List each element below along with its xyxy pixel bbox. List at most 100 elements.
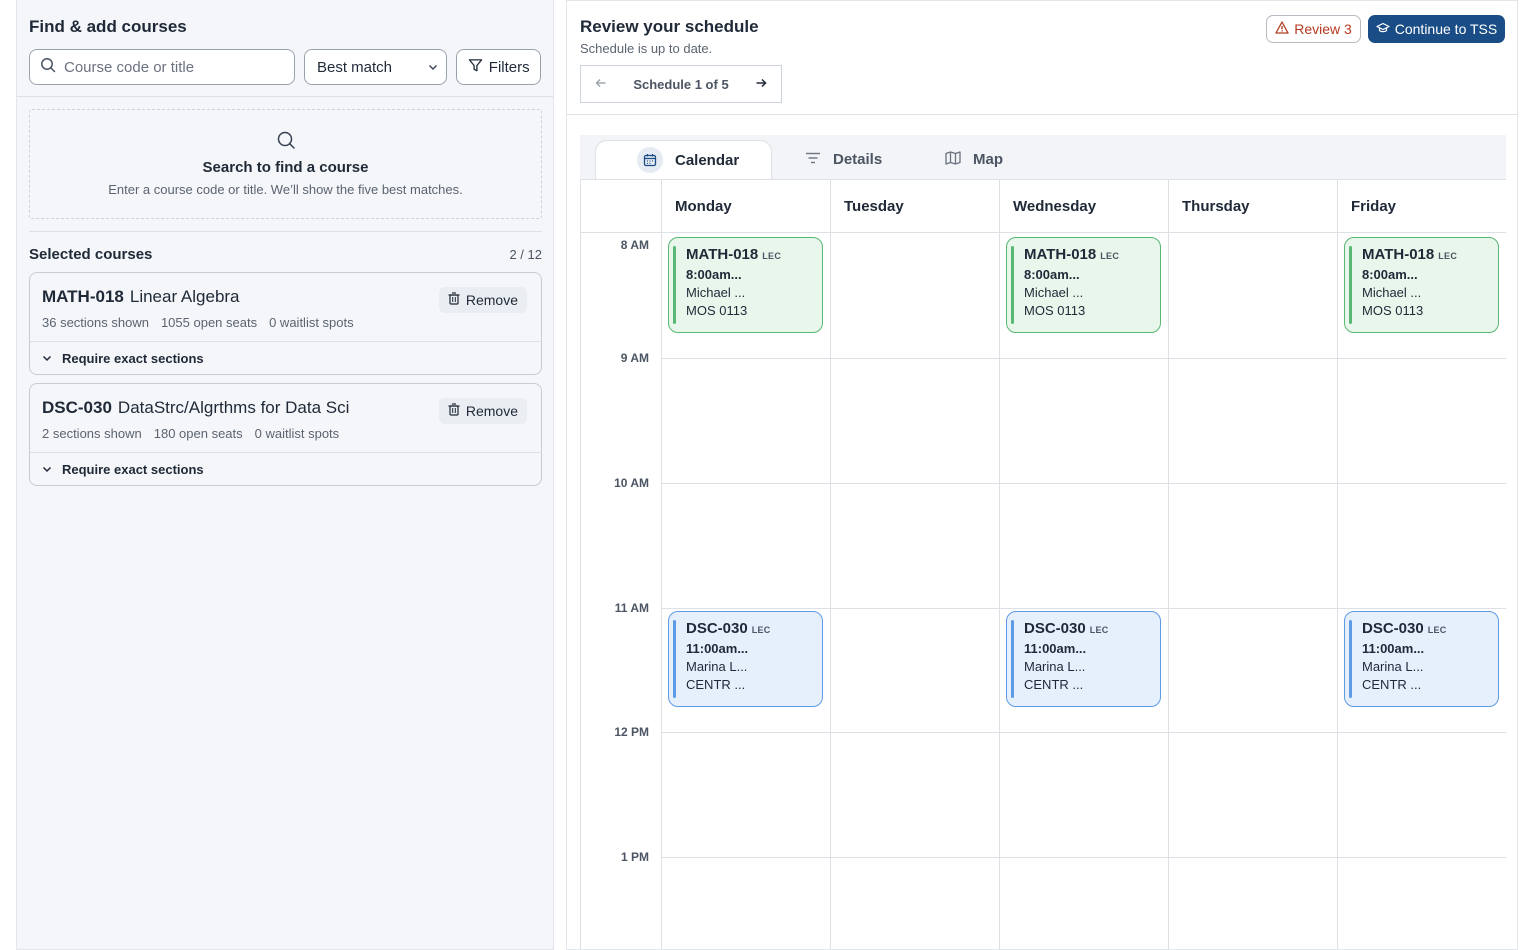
event-dsc-030-wednesday[interactable]: DSC-030 LEC 11:00am... Marina L... CENTR …	[1006, 611, 1161, 707]
filters-button[interactable]: Filters	[456, 49, 541, 85]
hour-label: 1 PM	[620, 850, 649, 864]
schedule-status: Schedule is up to date.	[580, 41, 713, 56]
graduation-cap-icon	[1376, 21, 1390, 37]
event-room: CENTR ...	[686, 677, 746, 692]
arrow-left-icon[interactable]	[595, 77, 607, 92]
event-code: DSC-030	[1024, 620, 1086, 637]
schedule-header: Review your schedule Schedule is up to d…	[567, 1, 1517, 115]
arrow-right-icon[interactable]	[755, 77, 767, 92]
panel-title: Find & add courses	[29, 17, 187, 36]
event-type: LEC	[751, 625, 771, 635]
event-math-018-wednesday[interactable]: MATH-018 LEC 8:00am... Michael ... MOS 01…	[1006, 237, 1161, 333]
remove-course-button[interactable]: Remove	[438, 398, 527, 424]
grid-line	[661, 483, 1506, 484]
schedule-panel: Review your schedule Schedule is up to d…	[566, 0, 1518, 950]
course-search-panel: Find & add courses Best match Filters	[16, 0, 554, 950]
search-icon	[30, 130, 541, 150]
grid-line	[661, 358, 1506, 359]
course-name: Linear Algebra	[129, 287, 240, 306]
day-tuesday: Tuesday	[830, 180, 999, 233]
event-code: MATH-018	[1362, 246, 1435, 263]
chevron-down-icon	[42, 462, 52, 477]
review-label: Review 3	[1294, 21, 1352, 37]
filter-lines-icon	[805, 151, 821, 169]
event-time: 8:00am...	[686, 267, 742, 282]
calendar-grid: Monday Tuesday Wednesday Thursday Friday…	[580, 179, 1506, 950]
event-room: MOS 0113	[1024, 303, 1086, 318]
calendar-icon	[637, 147, 663, 173]
sort-select-value: Best match	[317, 58, 393, 76]
course-sections: 2 sections shown	[42, 426, 142, 441]
grid-line	[1168, 233, 1169, 950]
event-type: LEC	[1100, 251, 1120, 261]
search-field[interactable]	[29, 49, 295, 85]
require-exact-sections-label: Require exact sections	[62, 462, 204, 477]
course-seats: 180 open seats	[153, 426, 243, 441]
pager-label: Schedule 1 of 5	[633, 76, 729, 92]
require-exact-sections-toggle[interactable]: Require exact sections	[30, 453, 541, 486]
event-time: 8:00am...	[1024, 267, 1080, 282]
event-dsc-030-monday[interactable]: DSC-030 LEC 11:00am... Marina L... CENTR …	[668, 611, 823, 707]
calendar-day-header: Monday Tuesday Wednesday Thursday Friday	[581, 179, 1506, 233]
filters-label: Filters	[488, 58, 530, 76]
search-input[interactable]	[64, 58, 284, 76]
trash-icon	[448, 292, 460, 308]
sort-select[interactable]: Best match	[304, 49, 448, 85]
grid-line	[661, 732, 1506, 733]
grid-line	[1337, 233, 1338, 950]
hour-label: 10 AM	[614, 476, 649, 490]
event-time: 8:00am...	[1362, 267, 1418, 282]
require-exact-sections-toggle[interactable]: Require exact sections	[30, 342, 541, 375]
event-code: DSC-030	[1362, 620, 1424, 637]
tab-calendar[interactable]: Calendar	[595, 140, 772, 179]
course-waitlist: 0 waitlist spots	[254, 426, 340, 441]
day-friday: Friday	[1337, 180, 1506, 233]
grid-line	[999, 233, 1000, 950]
event-type: LEC	[1089, 625, 1109, 635]
event-type: LEC	[1427, 625, 1447, 635]
event-type: LEC	[762, 251, 782, 261]
event-math-018-monday[interactable]: MATH-018 LEC 8:00am... Michael ... MOS 01…	[668, 237, 823, 333]
remove-course-button[interactable]: Remove	[438, 287, 527, 313]
warning-icon	[1275, 21, 1289, 37]
event-dsc-030-friday[interactable]: DSC-030 LEC 11:00am... Marina L... CENTR …	[1344, 611, 1499, 707]
event-code: MATH-018	[686, 246, 759, 263]
filter-icon	[468, 58, 483, 77]
schedule-pager: Schedule 1 of 5	[580, 65, 782, 103]
event-time: 11:00am...	[1024, 641, 1087, 656]
event-instructor: Marina L...	[686, 659, 748, 674]
grid-line	[830, 233, 831, 950]
course-seats: 1055 open seats	[160, 315, 258, 330]
event-time: 11:00am...	[686, 641, 749, 656]
review-warnings-button[interactable]: Review 3	[1266, 15, 1361, 43]
map-icon	[945, 150, 961, 169]
grid-line	[661, 608, 1506, 609]
day-monday: Monday	[661, 180, 830, 233]
course-sections: 36 sections shown	[42, 315, 149, 330]
tss-label: Continue to TSS	[1394, 21, 1498, 37]
remove-label: Remove	[465, 403, 518, 419]
schedule-title: Review your schedule	[580, 17, 759, 36]
view-tabs: Calendar Details Map	[580, 135, 1506, 179]
remove-label: Remove	[465, 292, 518, 308]
event-time: 11:00am...	[1362, 641, 1425, 656]
course-code: DSC-030	[42, 398, 112, 417]
tab-details[interactable]: Details	[805, 140, 882, 179]
event-room: CENTR ...	[1024, 677, 1084, 692]
event-code: MATH-018	[1024, 246, 1097, 263]
hour-label: 12 PM	[614, 725, 649, 739]
event-math-018-friday[interactable]: MATH-018 LEC 8:00am... Michael ... MOS 01…	[1344, 237, 1499, 333]
tab-map[interactable]: Map	[945, 140, 1003, 179]
event-code: DSC-030	[686, 620, 748, 637]
search-icon	[40, 57, 56, 78]
event-instructor: Michael ...	[1362, 285, 1422, 300]
empty-state-subtitle: Enter a course code or title. We’ll show…	[108, 182, 463, 197]
trash-icon	[448, 403, 460, 419]
hour-label: 9 AM	[620, 351, 649, 365]
event-instructor: Michael ...	[686, 285, 746, 300]
grid-line	[661, 857, 1506, 858]
event-room: CENTR ...	[1362, 677, 1422, 692]
day-wednesday: Wednesday	[999, 180, 1168, 233]
continue-to-tss-button[interactable]: Continue to TSS	[1368, 15, 1505, 43]
event-room: MOS 0113	[1362, 303, 1424, 318]
